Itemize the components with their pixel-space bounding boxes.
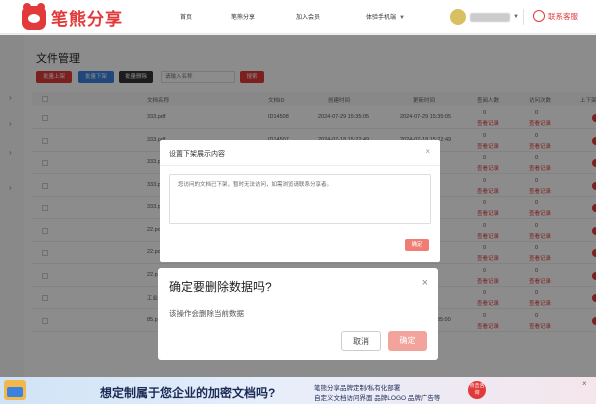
customer-service-button[interactable]: 联系客服: [533, 10, 578, 22]
headset-icon: [533, 10, 545, 22]
banner-subtitle: 笔熊分享品牌定制/私有化部署: [314, 385, 401, 392]
top-header: 笔熊分享 首页 笔熊分享 加入会员 体验手机端 ▼ ▼ 联系客服: [0, 0, 596, 34]
close-icon[interactable]: ×: [425, 147, 430, 156]
confirm-button[interactable]: 确定: [388, 331, 427, 351]
banner-title: 想定制属于您企业的加密文档吗?: [100, 386, 276, 400]
logo-text: 笔熊分享: [51, 10, 123, 29]
offline-ok-button[interactable]: 确定: [405, 239, 429, 251]
nav-mobile[interactable]: 体验手机端 ▼: [366, 12, 405, 21]
dialog-message: 该操作会删除当前数据: [169, 309, 244, 318]
logo[interactable]: 笔熊分享: [22, 2, 123, 30]
dialog-title: 确定要删除数据吗?: [169, 280, 272, 294]
delete-confirm-dialog: 确定要删除数据吗? × 该操作会删除当前数据 取消 确定: [158, 268, 438, 360]
consult-badge[interactable]: 点击咨询: [468, 381, 486, 399]
header-divider: [523, 9, 524, 25]
dialog-divider: [160, 165, 440, 166]
nav-membership[interactable]: 加入会员: [296, 12, 320, 21]
nav-share[interactable]: 笔熊分享: [231, 12, 255, 21]
folder-icon: [4, 380, 26, 400]
chevron-down-icon: ▼: [399, 15, 405, 21]
cancel-button[interactable]: 取消: [341, 331, 381, 351]
banner-subtitle-2: 自定义文档访问界面 品牌LOGO 品牌广告等: [314, 395, 441, 402]
nav-home[interactable]: 首页: [180, 12, 192, 21]
bear-logo-icon: [22, 2, 46, 30]
user-name-blurred: [470, 12, 510, 22]
close-icon[interactable]: ×: [582, 379, 587, 388]
chevron-down-icon: ▼: [513, 14, 519, 20]
promo-banner[interactable]: 想定制属于您企业的加密文档吗? 笔熊分享品牌定制/私有化部署 自定义文档访问界面…: [0, 377, 596, 404]
nav-mobile-label: 体验手机端: [366, 15, 397, 21]
avatar: [450, 9, 466, 25]
customer-service-label: 联系客服: [548, 11, 578, 21]
user-menu[interactable]: ▼: [450, 9, 519, 25]
offline-content-dialog: 设置下架展示内容 × 您访问的文档已下架，暂时无法访问，如需浏览请联系分享者。 …: [160, 140, 440, 262]
dialog-title: 设置下架展示内容: [169, 151, 225, 158]
close-icon[interactable]: ×: [422, 277, 428, 289]
offline-text-input[interactable]: 您访问的文档已下架，暂时无法访问，如需浏览请联系分享者。: [169, 174, 431, 224]
